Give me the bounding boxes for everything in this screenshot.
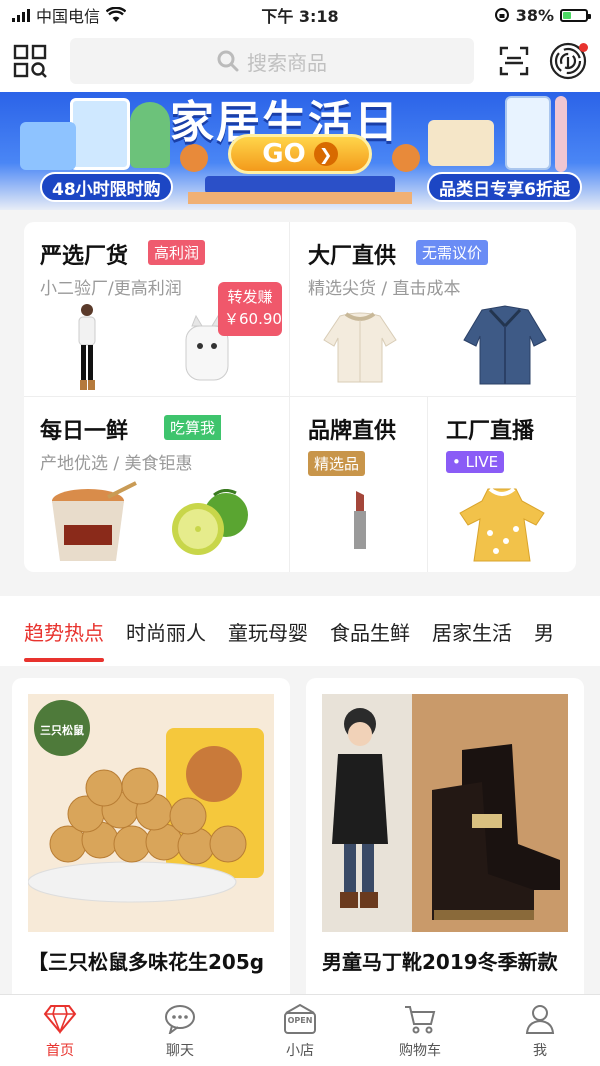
category-meiri[interactable]: 每日一鲜 吃算我 产地优选 / 美食钜惠	[24, 397, 290, 572]
search-icon	[217, 50, 239, 72]
tab-item[interactable]: 居家生活	[432, 617, 512, 646]
person-icon	[522, 1002, 558, 1036]
category-title: 品牌直供	[308, 419, 397, 444]
carrier-label: 中国电信	[36, 7, 101, 26]
scan-icon[interactable]	[494, 41, 534, 81]
tab-item[interactable]: 男	[534, 617, 554, 646]
category-dachang[interactable]: 大厂直供 无需议价 精选尖货 / 直击成本	[290, 222, 576, 397]
battery-icon	[560, 8, 591, 22]
nav-label: 聊天	[166, 1042, 194, 1059]
go-button[interactable]: GO ❯	[228, 134, 372, 174]
product-title: 男童马丁靴2019冬季新款	[322, 950, 558, 974]
category-title: 每日一鲜	[40, 419, 129, 444]
product-feed: 三只松鼠 【三只松鼠多味花生205g 男童马丁靴2019冬季新款	[0, 666, 600, 1018]
nav-cart[interactable]: 购物车	[360, 995, 480, 1066]
tab-item[interactable]: 趋势热点	[24, 617, 104, 662]
nav-label: 购物车	[399, 1042, 441, 1059]
banner-product-toothbrush	[555, 96, 567, 172]
product-noodle-cup	[48, 481, 138, 567]
shop-open-badge: OPEN	[287, 1015, 313, 1025]
banner-product-appliance	[505, 96, 551, 170]
arrow-right-icon: ❯	[313, 142, 338, 166]
product-limes	[164, 488, 254, 557]
banner-product-towels	[20, 122, 76, 170]
product-model-woman	[72, 302, 102, 392]
cart-icon	[402, 1002, 438, 1036]
tab-item[interactable]: 童玩母婴	[228, 617, 308, 646]
category-title: 大厂直供	[308, 244, 397, 269]
banner-product-plant	[130, 102, 170, 168]
promo-banner[interactable]: 家居生活日 GO ❯ 48小时限时购 品类日专享6折起	[0, 92, 600, 210]
battery-percent: 38%	[515, 5, 554, 25]
rotation-lock-icon	[494, 8, 509, 22]
diamond-icon	[42, 1002, 78, 1036]
category-grid-icon[interactable]	[10, 41, 50, 81]
nav-home[interactable]: 首页	[0, 995, 120, 1066]
nav-label: 我	[533, 1042, 547, 1059]
tab-item[interactable]: 食品生鲜	[330, 617, 410, 646]
brand-badge: 三只松鼠	[40, 724, 84, 737]
nav-shop[interactable]: OPEN 小店	[240, 995, 360, 1066]
category-subtitle: 精选尖货 / 直击成本	[308, 279, 461, 299]
bottom-nav: 首页 聊天 OPEN 小店 购物车 我	[0, 994, 600, 1066]
product-kids-dress	[454, 485, 550, 565]
category-day-pill[interactable]: 品类日专享6折起	[427, 172, 582, 202]
product-image-boots	[322, 694, 568, 932]
share-earn-tag: 转发赚 ￥60.90	[218, 282, 282, 336]
nav-label: 首页	[46, 1042, 74, 1059]
category-yanxuan[interactable]: 严选厂货 高利润 小二验厂/更高利润 转发赚 ￥60.90	[24, 222, 290, 397]
product-image-peanuts: 三只松鼠	[28, 694, 274, 932]
category-title: 严选厂货	[40, 244, 129, 269]
banner-stage-base	[188, 192, 412, 204]
category-subtitle: 产地优选 / 美食钜惠	[40, 454, 193, 474]
category-tag: 无需议价	[416, 240, 489, 265]
signal-icon	[12, 8, 30, 22]
fingerprint-icon[interactable]	[546, 39, 590, 83]
status-left: 中国电信	[12, 3, 127, 27]
category-tag: 吃算我	[164, 415, 222, 440]
header: 搜索商品	[0, 30, 600, 92]
category-pinpai[interactable]: 品牌直供 精选品	[290, 397, 428, 572]
banner-product-detergent	[70, 98, 130, 170]
share-earn-label: 转发赚	[227, 288, 273, 306]
banner-product-tissue	[428, 120, 494, 166]
go-label: GO	[262, 139, 306, 169]
nav-chat[interactable]: 聊天	[120, 995, 240, 1066]
nav-label: 小店	[286, 1042, 314, 1059]
status-right: 38%	[494, 5, 591, 25]
category-tabs: 趋势热点 时尚丽人 童玩母婴 食品生鲜 居家生活男	[0, 596, 600, 666]
category-card: 严选厂货 高利润 小二验厂/更高利润 转发赚 ￥60.90 大厂直供 无需议价 …	[24, 222, 576, 572]
product-lipstick	[350, 489, 370, 551]
product-card[interactable]: 男童马丁靴2019冬季新款	[306, 678, 584, 1018]
share-earn-price: ￥60.90	[224, 310, 282, 328]
product-white-jacket	[320, 310, 400, 386]
notification-dot	[579, 43, 588, 52]
nav-me[interactable]: 我	[480, 995, 600, 1066]
live-badge: • LIVE	[446, 451, 505, 473]
category-tag: 高利润	[148, 240, 206, 265]
wifi-icon	[106, 7, 127, 22]
tab-item[interactable]: 时尚丽人	[126, 617, 206, 646]
status-bar: 中国电信 下午 3:18 38%	[0, 0, 600, 30]
product-title: 【三只松鼠多味花生205g	[28, 950, 265, 974]
category-gongchang[interactable]: 工厂直播 • LIVE	[428, 397, 576, 572]
battery-fill	[563, 11, 572, 19]
product-denim-coat	[460, 304, 550, 388]
search-input[interactable]: 搜索商品	[70, 38, 474, 84]
chat-icon	[162, 1002, 198, 1036]
flash-sale-pill[interactable]: 48小时限时购	[40, 172, 173, 202]
category-tag: 精选品	[308, 451, 366, 476]
search-placeholder: 搜索商品	[247, 50, 327, 75]
product-card[interactable]: 三只松鼠 【三只松鼠多味花生205g	[12, 678, 290, 1018]
shop-icon: OPEN	[282, 1002, 318, 1036]
category-subtitle: 小二验厂/更高利润	[40, 279, 182, 299]
category-title: 工厂直播	[446, 419, 535, 444]
